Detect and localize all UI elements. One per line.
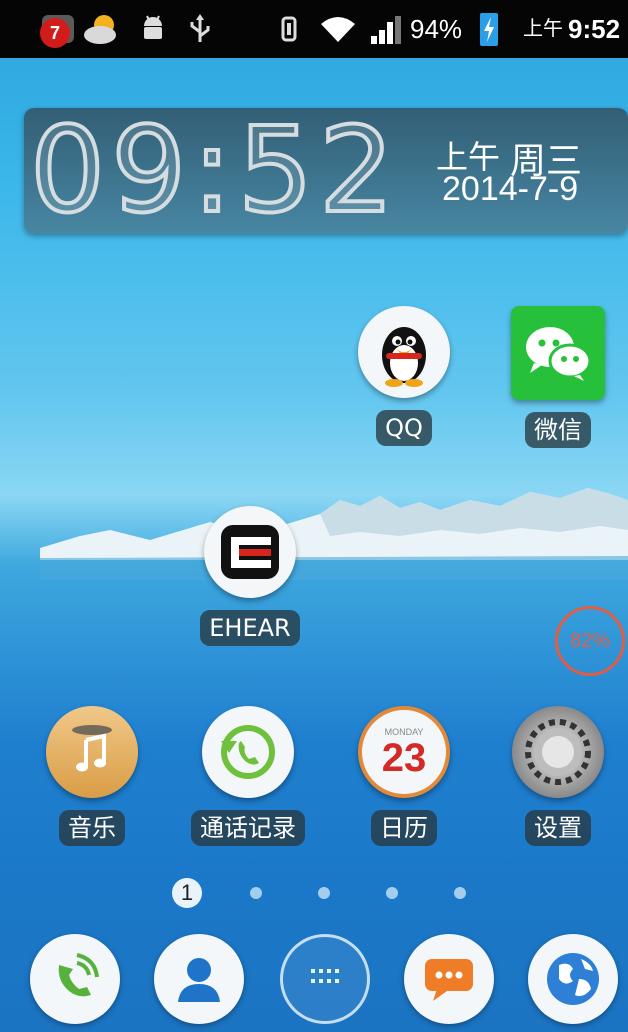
app-label-ehear: EHEAR xyxy=(200,610,300,646)
home-screen: 7 94% 上午 9:52 09:52 上午 周三 2014-7-9 QQ 微信… xyxy=(0,0,628,1032)
clock-widget[interactable]: 09:52 上午 周三 2014-7-9 xyxy=(24,108,628,234)
app-label-call-log: 通话记录 xyxy=(191,810,305,846)
floating-widget-text: 82% xyxy=(569,629,611,652)
dock-app-drawer-button[interactable] xyxy=(280,934,370,1024)
app-wechat[interactable]: 微信 xyxy=(498,306,618,448)
dock-phone-button[interactable] xyxy=(30,934,120,1024)
gear-icon xyxy=(512,706,604,798)
phone-icon xyxy=(58,953,99,997)
app-drawer-icon xyxy=(311,969,339,983)
android-debug-icon xyxy=(138,0,168,58)
clock-time: 09:52 xyxy=(28,101,401,239)
page-indicator[interactable]: 1 xyxy=(0,878,628,908)
wallpaper-glacier xyxy=(40,488,628,580)
music-icon xyxy=(46,706,138,798)
page-dot[interactable] xyxy=(250,887,262,899)
app-call-log[interactable]: 通话记录 xyxy=(188,706,308,846)
status-bar: 7 94% 上午 9:52 xyxy=(0,0,628,58)
app-qq[interactable]: QQ xyxy=(344,306,464,446)
app-label-settings: 设置 xyxy=(525,810,591,846)
battery-percent-text: 94% xyxy=(410,14,463,44)
vibrate-icon xyxy=(276,0,302,58)
page-dot[interactable] xyxy=(318,887,330,899)
browser-icon xyxy=(547,953,599,1005)
messaging-icon xyxy=(425,959,473,1001)
app-label-wechat: 微信 xyxy=(525,412,591,448)
app-label-music: 音乐 xyxy=(59,810,125,846)
app-calendar[interactable]: MONDAY 23 日历 xyxy=(344,706,464,846)
app-label-calendar: 日历 xyxy=(371,810,437,846)
weather-icon xyxy=(80,0,124,58)
dock-messaging-button[interactable] xyxy=(404,934,494,1024)
app-music[interactable]: 音乐 xyxy=(32,706,152,846)
notification-count-badge: 7 xyxy=(40,18,70,48)
wifi-icon xyxy=(318,0,358,58)
call-log-icon xyxy=(202,706,294,798)
battery-charging-icon xyxy=(478,0,500,58)
signal-icon xyxy=(366,0,404,58)
clock-date: 2014-7-9 xyxy=(442,170,579,208)
page-dot[interactable] xyxy=(454,887,466,899)
app-ehear[interactable]: EHEAR xyxy=(190,506,310,646)
ehear-icon xyxy=(204,506,296,598)
dock-browser-button[interactable] xyxy=(528,934,618,1024)
calendar-icon-day: 23 xyxy=(381,736,427,780)
qq-penguin-icon xyxy=(358,306,450,398)
app-settings[interactable]: 设置 xyxy=(498,706,618,846)
wechat-icon xyxy=(511,306,605,400)
dock-contacts-button[interactable] xyxy=(154,934,244,1024)
page-indicator-current[interactable]: 1 xyxy=(172,878,202,908)
app-label-qq: QQ xyxy=(376,410,432,446)
contacts-icon xyxy=(178,958,220,1002)
status-ampm: 上午 xyxy=(523,18,563,40)
page-dot[interactable] xyxy=(386,887,398,899)
status-time: 9:52 xyxy=(568,14,621,44)
calendar-icon: MONDAY 23 xyxy=(358,706,450,798)
usb-icon xyxy=(186,0,214,58)
floating-memory-widget[interactable]: 82% xyxy=(555,606,625,676)
